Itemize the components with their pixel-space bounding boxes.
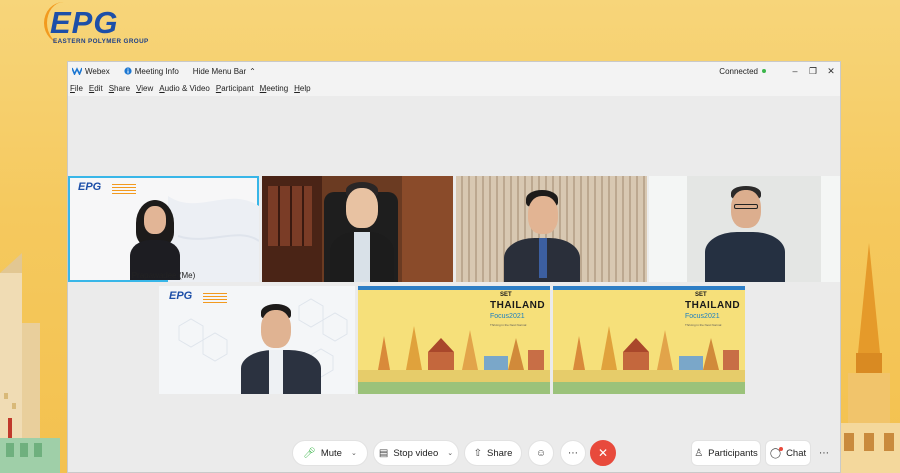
chevron-up-icon: ⌃	[249, 66, 256, 76]
participant-me-suffix: (Me)	[178, 271, 196, 280]
stop-video-button[interactable]: ▤ Stop video ⌄	[373, 440, 459, 466]
glasses	[734, 204, 758, 209]
webex-window: Webex Meeting Info Hide Menu Bar ⌃ Conne…	[67, 61, 841, 473]
logo-subtitle: EASTERN POLYMER GROUP	[53, 38, 149, 45]
share-button[interactable]: ⇧ Share	[464, 440, 522, 466]
participant-name-tag: Prapawadee (Me)	[132, 271, 196, 280]
epg-badge-tagline	[112, 184, 136, 194]
minimize-icon: –	[792, 66, 798, 76]
mute-button[interactable]: 🎤︎ Mute ⌄	[292, 440, 368, 466]
close-icon: ✕	[827, 65, 835, 76]
video-camera-icon: ▤	[378, 447, 389, 459]
participants-button[interactable]: ♙ Participants	[691, 440, 761, 466]
bookshelf-glass	[268, 186, 312, 246]
hide-menu-label: Hide Menu Bar	[192, 66, 247, 76]
chevron-down-icon: ⌄	[447, 450, 454, 457]
city-skyline-illustration	[0, 253, 60, 473]
menu-help[interactable]: Help	[294, 84, 310, 93]
close-button[interactable]: ✕	[822, 66, 840, 77]
video-grid: EPG Prapawadee (Me) EPG SET THAILAND Foc…	[68, 96, 840, 472]
epg-badge-tagline	[203, 293, 227, 303]
video-tile-5[interactable]: EPG	[159, 286, 355, 394]
menu-share[interactable]: Share	[109, 84, 130, 93]
meeting-info-button[interactable]: Meeting Info	[124, 67, 179, 76]
more-options-button[interactable]: ⋯	[560, 440, 586, 466]
menu-meeting[interactable]: Meeting	[260, 84, 288, 93]
meeting-info-label: Meeting Info	[134, 66, 179, 76]
minimize-button[interactable]: –	[786, 66, 804, 76]
video-tile-self[interactable]: EPG Prapawadee (Me)	[68, 176, 259, 282]
app-name: Webex	[85, 66, 110, 76]
status-dot-icon	[762, 69, 766, 73]
menubar: File Edit Share View Audio & Video Parti…	[68, 80, 840, 96]
chat-label: Chat	[786, 447, 807, 459]
thai-landmarks-illustration	[553, 326, 745, 394]
video-tile-4[interactable]	[649, 176, 840, 282]
mute-label: Mute	[320, 447, 342, 459]
titlebar: Webex Meeting Info Hide Menu Bar ⌃ Conne…	[68, 62, 840, 80]
video-tile-slide-1[interactable]: SET THAILAND Focus2021 Thriving in the N…	[358, 286, 550, 394]
restore-icon: ❐	[808, 65, 818, 76]
share-icon: ⇧	[473, 447, 483, 459]
microphone-icon: 🎤︎	[303, 447, 316, 459]
chevron-down-icon: ⌄	[350, 450, 357, 457]
hide-menu-bar-button[interactable]: Hide Menu Bar ⌃	[193, 67, 256, 76]
wood-panel	[402, 176, 453, 282]
shirt	[269, 350, 283, 394]
person-icon: ♙	[694, 447, 704, 459]
share-label: Share	[487, 447, 513, 459]
webex-app-button[interactable]: Webex	[72, 67, 110, 76]
video-tile-slide-2[interactable]: SET THAILAND Focus2021 Thriving in the N…	[553, 286, 745, 394]
notification-dot-icon	[779, 446, 784, 451]
participants-label: Participants	[708, 447, 758, 459]
close-icon: ✕	[597, 446, 609, 460]
reactions-button[interactable]: ☺	[528, 440, 554, 466]
more-icon: ⋯	[819, 447, 829, 459]
thai-landmarks-illustration	[358, 326, 550, 394]
smiley-icon: ☺	[535, 447, 547, 459]
maximize-button[interactable]: ❐	[804, 66, 822, 77]
info-icon	[124, 67, 132, 75]
epg-logo: EPG EASTERN POLYMER GROUP	[44, 2, 164, 48]
window-panel	[649, 176, 687, 282]
chat-icon: ◯	[769, 446, 784, 459]
menu-audio-video[interactable]: Audio & Video	[159, 84, 210, 93]
participant-name: Prapawadee	[131, 271, 177, 280]
more-icon: ⋯	[568, 447, 578, 459]
menu-view[interactable]: View	[136, 84, 153, 93]
menu-participant[interactable]: Participant	[216, 84, 254, 93]
meeting-controls: 🎤︎ Mute ⌄ ▤ Stop video ⌄ ⇧ Share ☺ ⋯ ✕ ♙…	[68, 440, 840, 468]
menu-file[interactable]: File	[70, 84, 83, 93]
end-meeting-button[interactable]: ✕	[590, 440, 616, 466]
menu-edit[interactable]: Edit	[89, 84, 103, 93]
chat-button[interactable]: ◯ Chat	[765, 440, 811, 466]
status-label: Connected	[719, 66, 758, 76]
epg-badge: EPG	[169, 290, 193, 302]
stop-video-label: Stop video	[393, 447, 439, 459]
shirt	[354, 232, 370, 282]
logo-mark: EPG	[50, 5, 119, 40]
video-tile-3[interactable]	[456, 176, 647, 282]
epg-badge: EPG	[78, 181, 102, 193]
window-panel-right	[821, 176, 840, 282]
video-tile-2[interactable]	[262, 176, 453, 282]
tie	[539, 238, 547, 278]
webex-icon	[72, 67, 82, 75]
temple-illustration	[838, 243, 900, 473]
more-panels-button[interactable]: ⋯	[811, 440, 837, 466]
connection-status: Connected	[719, 67, 766, 76]
